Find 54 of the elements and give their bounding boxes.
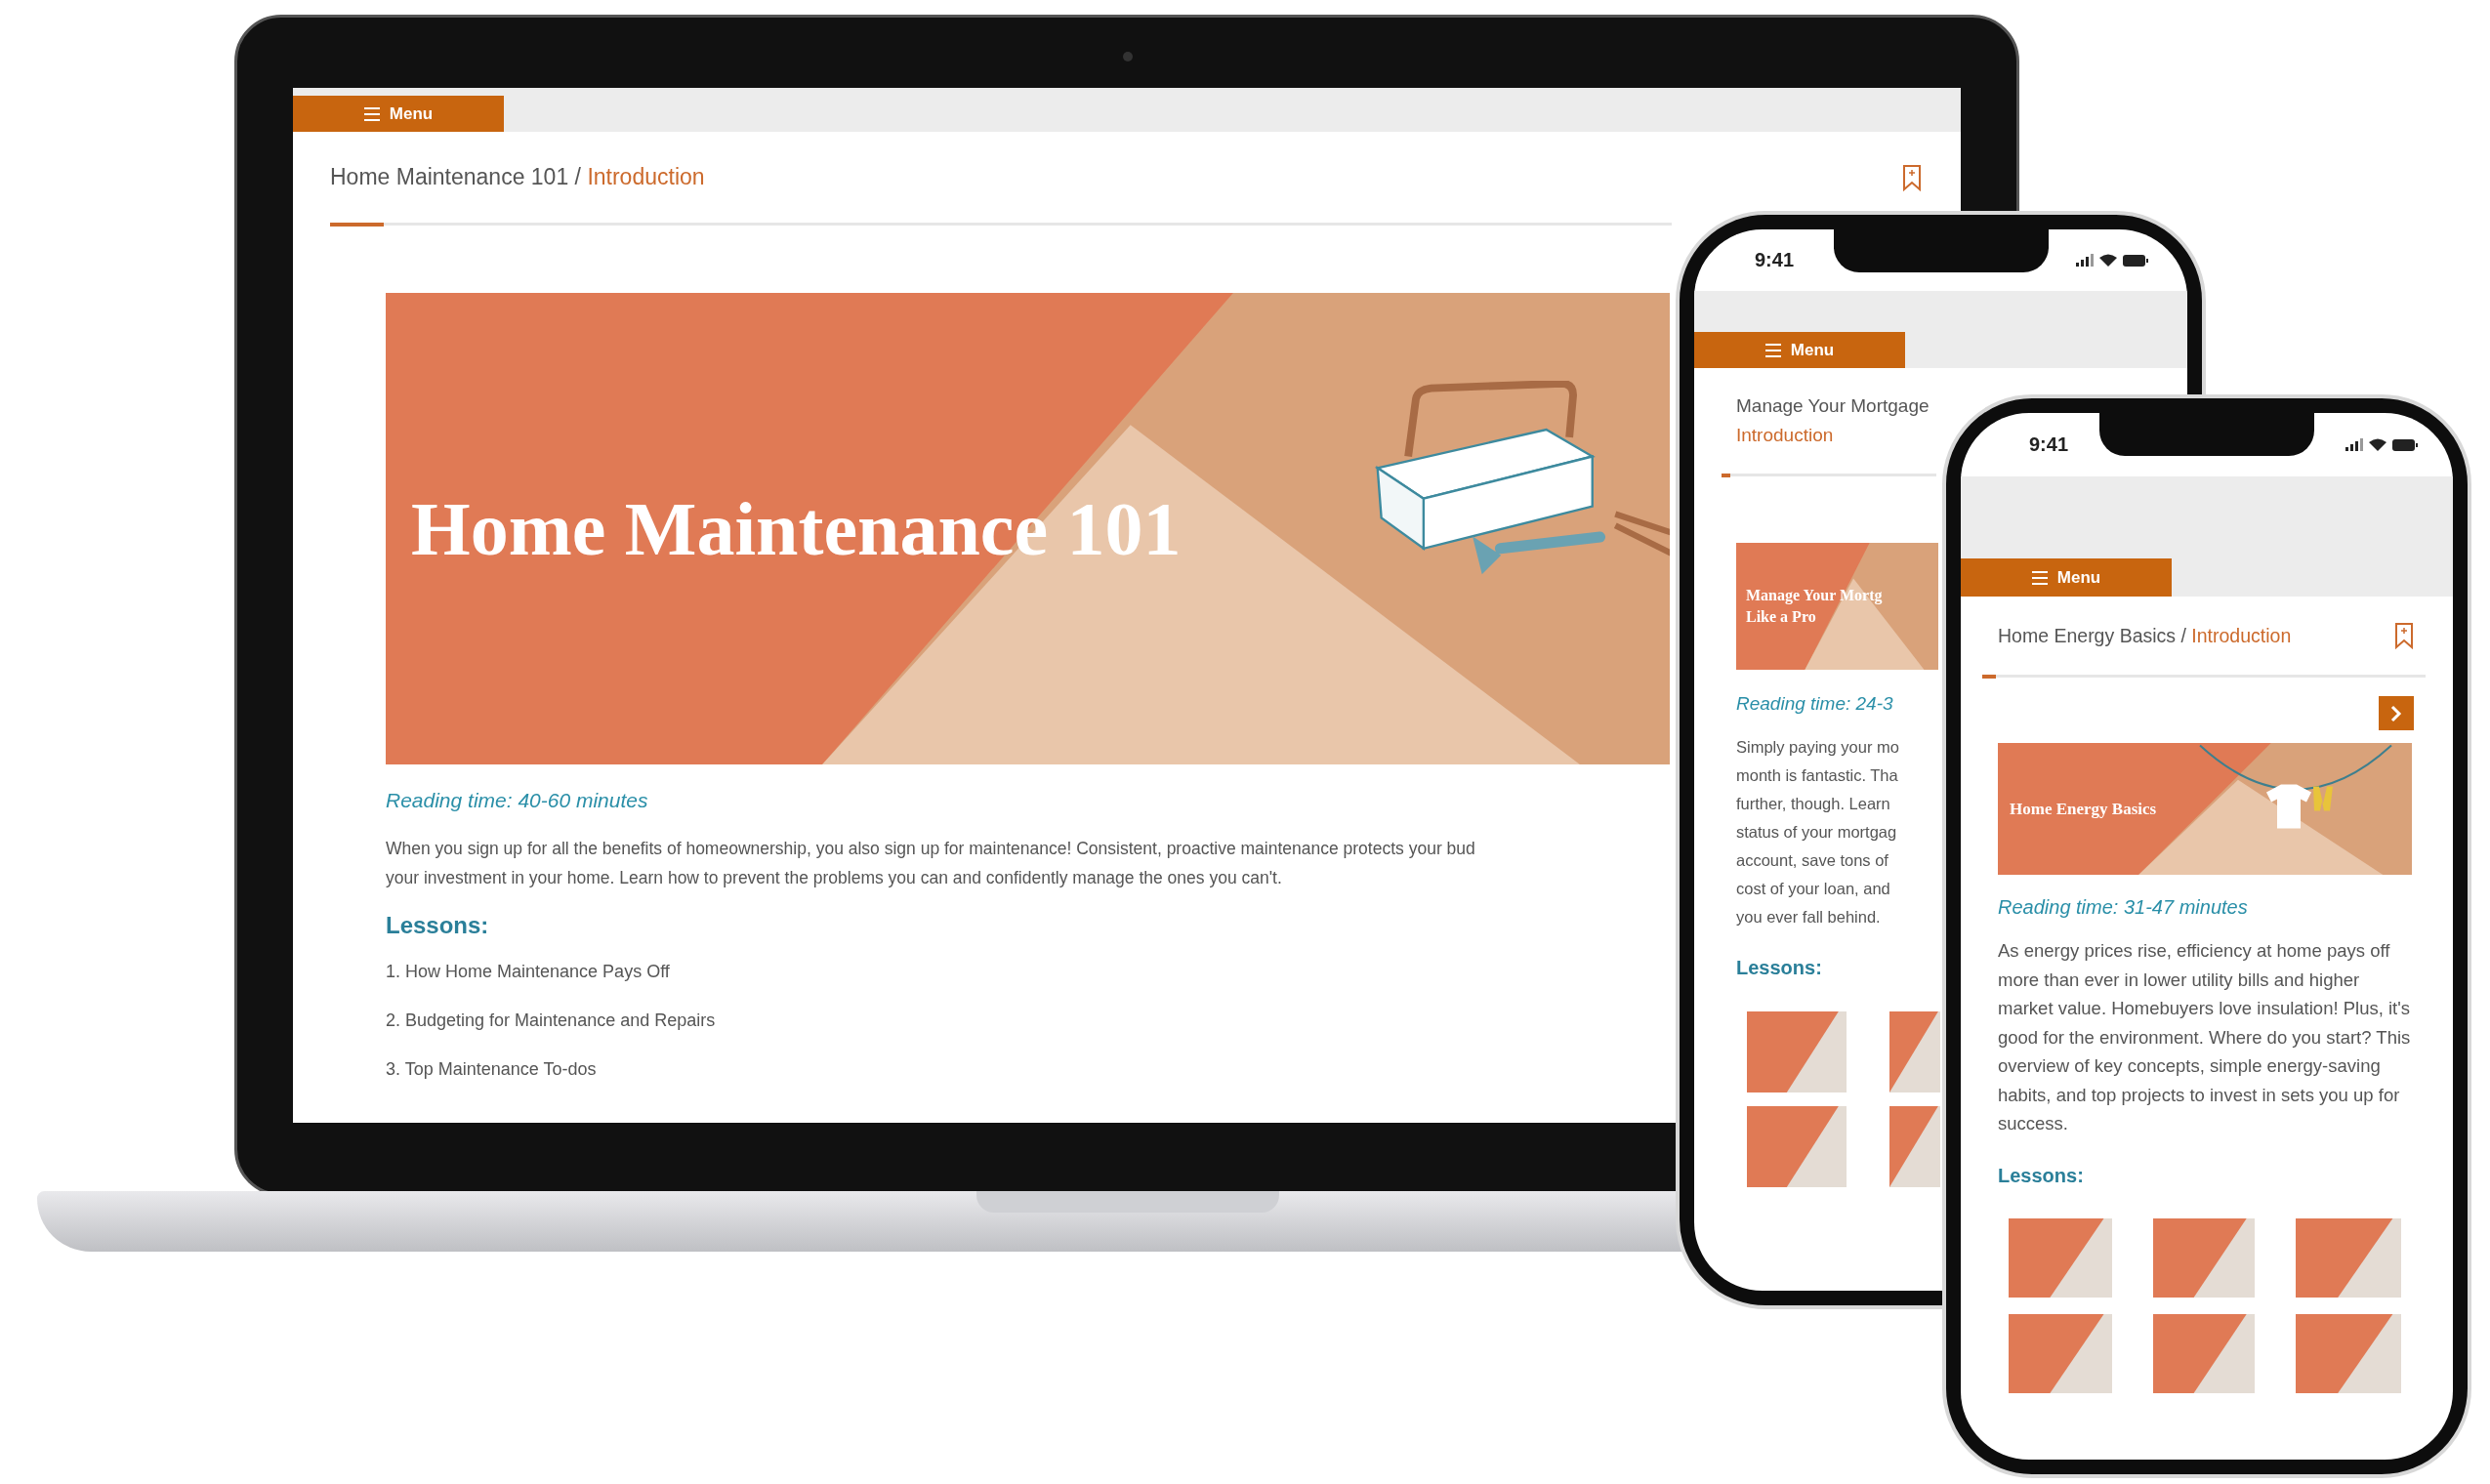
menu-button[interactable]: Menu bbox=[1694, 332, 1905, 368]
description-line: When you sign up for all the benefits of homeownership, you also sign up for maintenance! Consistent, proactive maintenance protects your bud bbox=[386, 838, 1475, 860]
lessons-heading: Lessons: bbox=[386, 912, 489, 939]
lesson-thumbnail[interactable] bbox=[1747, 1011, 1847, 1092]
reading-time: Reading time: 31-47 minutes bbox=[1998, 896, 2248, 919]
description-line: month is fantastic. Tha bbox=[1736, 765, 1898, 786]
battery-icon bbox=[2123, 254, 2148, 267]
lessons-heading: Lessons: bbox=[1736, 957, 1822, 979]
chevron-right-icon bbox=[2390, 704, 2402, 722]
banner-title: Like a Pro bbox=[1746, 607, 1816, 627]
menu-button[interactable]: Menu bbox=[1961, 558, 2172, 597]
lesson-thumbnail[interactable] bbox=[2296, 1313, 2401, 1393]
status-time: 9:41 bbox=[1755, 249, 1795, 271]
lesson-thumbnail[interactable] bbox=[2009, 1313, 2112, 1393]
menu-icon bbox=[2031, 570, 2048, 585]
description: As energy prices rise, efficiency at home pays off more than ever in lower utility bills and higher market value. Homebuyers love insulation! Plus, it's good for the environment. Where do you start? This overview of key concepts, simple energy-saving habits, and top projects to invest in sets you up for success. bbox=[1998, 939, 2412, 1135]
menu-icon bbox=[1764, 343, 1781, 357]
lesson-thumbnail[interactable] bbox=[2153, 1217, 2255, 1298]
bookmark-icon[interactable] bbox=[1902, 163, 1922, 191]
menu-button[interactable]: Menu bbox=[293, 96, 504, 132]
wifi-icon bbox=[2099, 253, 2117, 268]
breadcrumb: Home Maintenance 101 / Introduction bbox=[330, 164, 705, 190]
wifi-icon bbox=[2369, 437, 2386, 452]
lesson-link[interactable]: 3. Top Maintenance To-dos bbox=[386, 1059, 597, 1080]
lesson-thumbnail[interactable] bbox=[2009, 1217, 2112, 1298]
description-line: you ever fall behind. bbox=[1736, 907, 1881, 928]
breadcrumb: Manage Your Mortgage Introduction bbox=[1736, 394, 1930, 447]
menu-icon bbox=[363, 106, 380, 121]
lesson-thumbnail[interactable] bbox=[1889, 1106, 1940, 1187]
lesson-thumbnail[interactable] bbox=[2296, 1217, 2401, 1298]
description-line: Simply paying your mo bbox=[1736, 737, 1899, 758]
lesson-thumbnail[interactable] bbox=[1889, 1011, 1940, 1092]
battery-icon bbox=[2392, 438, 2418, 451]
reading-time: Reading time: 24-3 bbox=[1736, 693, 1893, 715]
lesson-thumbnail[interactable] bbox=[1747, 1106, 1847, 1187]
reading-time: Reading time: 40-60 minutes bbox=[386, 789, 648, 812]
signal-icon bbox=[2345, 438, 2363, 451]
next-button[interactable] bbox=[2379, 696, 2414, 730]
lessons-heading: Lessons: bbox=[1998, 1164, 2084, 1187]
description-line: further, though. Learn bbox=[1736, 794, 1890, 814]
camera-lens bbox=[1123, 52, 1133, 62]
description-line: status of your mortgag bbox=[1736, 822, 1897, 843]
banner-title: Home Energy Basics bbox=[2010, 799, 2157, 819]
breadcrumb: Home Energy Basics / Introduction bbox=[1998, 624, 2292, 647]
banner-title: Home Maintenance 101 bbox=[411, 484, 1182, 573]
lesson-link[interactable]: 1. How Home Maintenance Pays Off bbox=[386, 962, 670, 982]
lesson-thumbnail[interactable] bbox=[2153, 1313, 2255, 1393]
signal-icon bbox=[2076, 254, 2094, 267]
lesson-link[interactable]: 2. Budgeting for Maintenance and Repairs bbox=[386, 1010, 716, 1031]
bookmark-icon[interactable] bbox=[2394, 622, 2414, 649]
status-time: 9:41 bbox=[2029, 433, 2069, 456]
description-line: account, save tons of bbox=[1736, 850, 1888, 871]
description-line: cost of your loan, and bbox=[1736, 879, 1890, 899]
description-line: your investment in your home. Learn how to prevent the problems you can and confidently manage the ones you can't. bbox=[386, 867, 1282, 889]
